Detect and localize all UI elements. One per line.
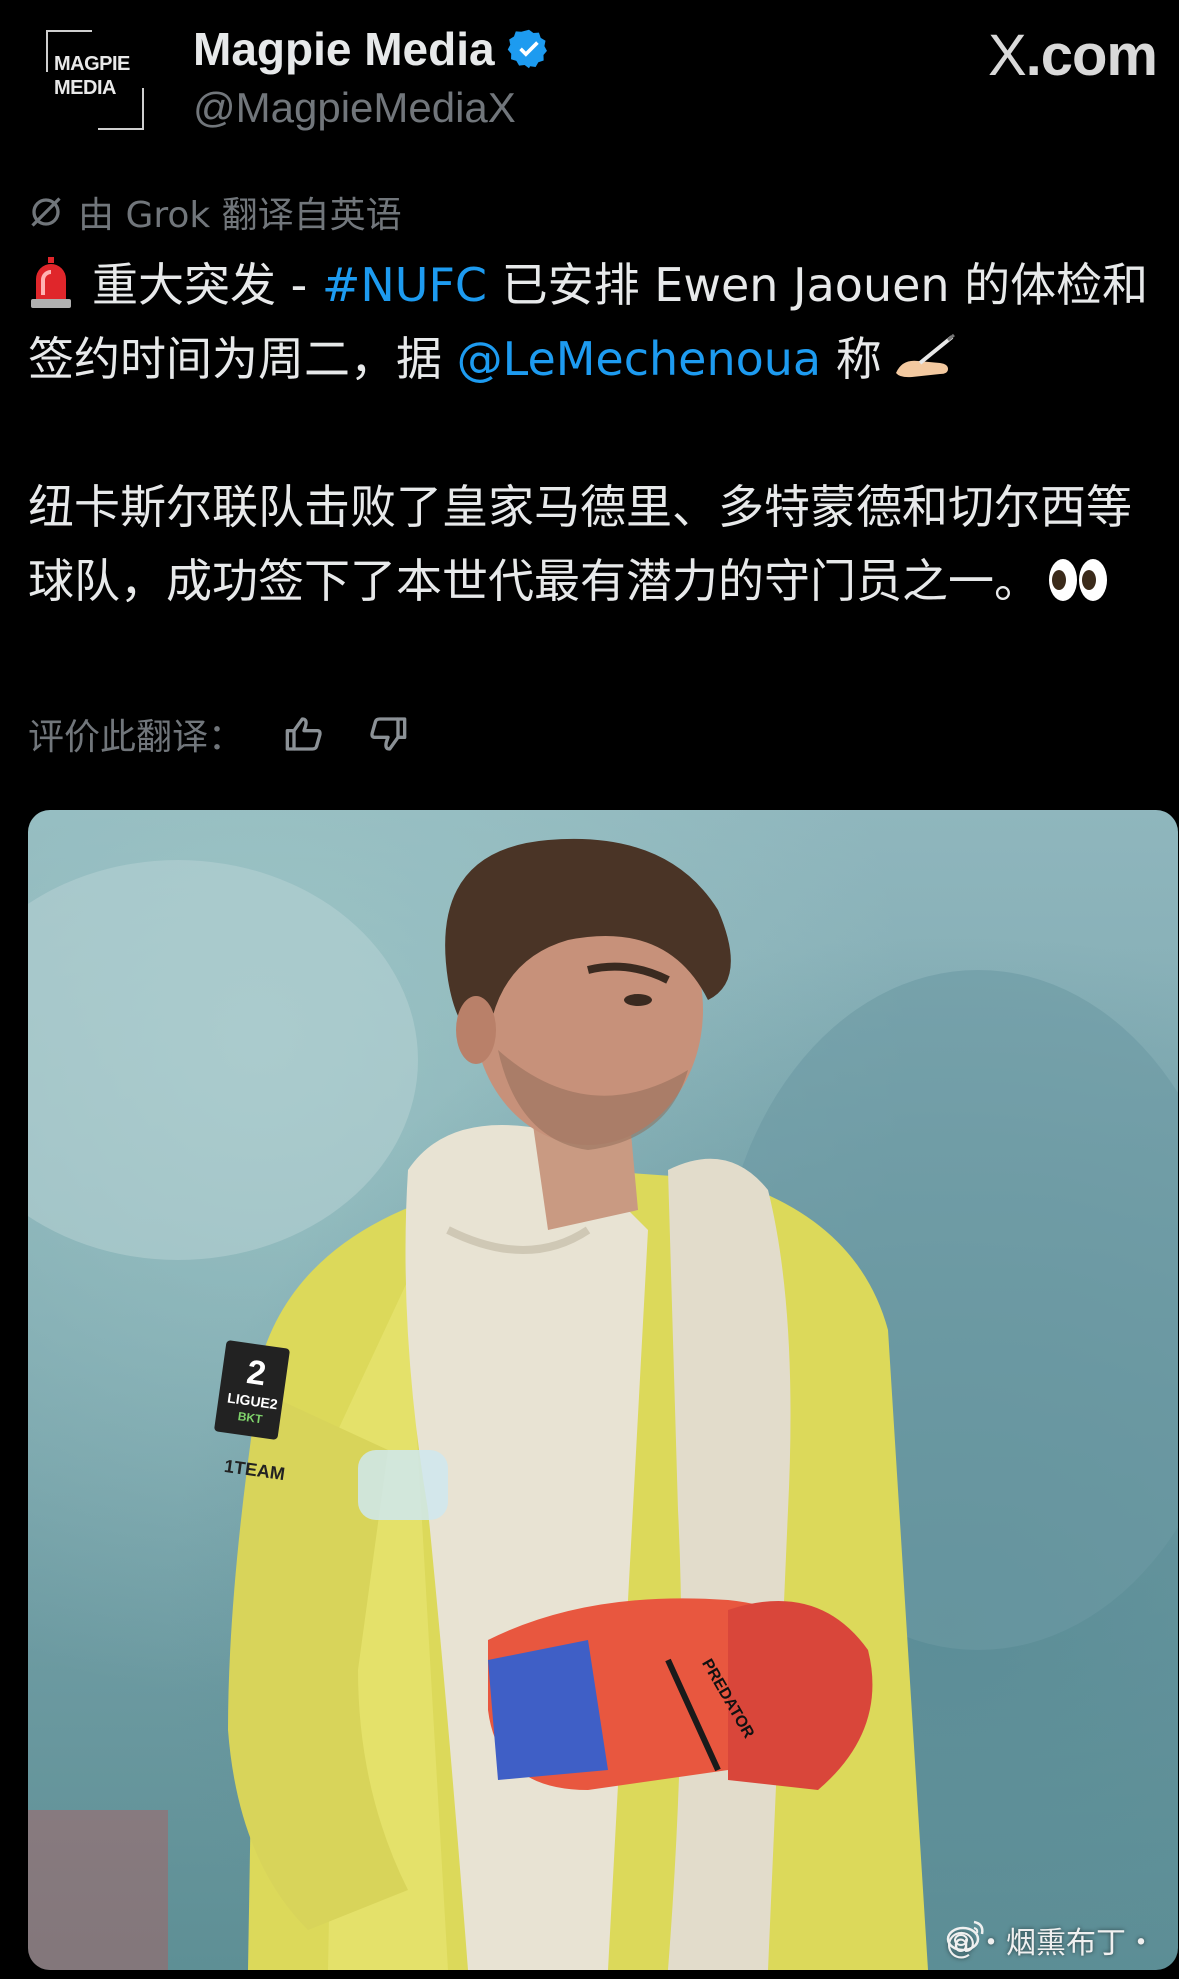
goalkeeper-photo <box>28 838 1178 1970</box>
tweet-paragraph-1: 重大突发 - #NUFC 已安排 Ewen Jaouen 的体检和签约时间为周二… <box>28 248 1168 396</box>
thumbs-up-icon[interactable] <box>280 710 328 758</box>
siren-emoji <box>28 256 74 308</box>
translation-note: 由 Grok 翻译自英语 <box>28 186 402 238</box>
weibo-watermark: @・烟熏布丁・ <box>946 1918 1156 1962</box>
x-brand-logo: X.com <box>987 22 1158 89</box>
hashtag-link[interactable]: #NUFC <box>322 258 487 312</box>
ligue2-badge: 2 LIGUE2 BKT <box>220 1352 289 1428</box>
avatar-logo-line2: MEDIA <box>54 77 116 99</box>
grok-icon <box>31 197 61 227</box>
author-name-text: Magpie Media <box>193 23 495 75</box>
translation-note-text: 由 Grok 翻译自英语 <box>78 195 402 236</box>
mention-link[interactable]: @LeMechenoua <box>457 332 822 386</box>
rate-translation: 评价此翻译： <box>28 708 412 760</box>
tweet-line1-end: 称 <box>821 332 882 386</box>
weibo-icon <box>946 1920 984 1952</box>
ligue2-badge-number: 2 <box>244 1353 269 1394</box>
thumbs-down-icon[interactable] <box>364 710 412 758</box>
verified-badge-icon <box>507 27 551 71</box>
eyes-emoji <box>1046 550 1110 601</box>
writing-hand-emoji <box>892 328 956 378</box>
rate-translation-label: 评价此翻译： <box>28 717 245 758</box>
x-domain-suffix: .com <box>1025 23 1158 88</box>
x-logo-icon: X <box>987 23 1027 88</box>
avatar-logo: MAGPIE MEDIA <box>54 52 138 100</box>
tweet-paragraph-2: 纽卡斯尔联队击败了皇家马德里、多特蒙德和切尔西等球队，成功签下了本世代最有潜力的… <box>28 470 1168 618</box>
avatar-logo-line1: MAGPIE <box>54 53 130 75</box>
tweet-paragraph-2-text: 纽卡斯尔联队击败了皇家马德里、多特蒙德和切尔西等球队，成功签下了本世代最有潜力的… <box>28 480 1132 608</box>
tweet-text: 重大突发 - #NUFC 已安排 Ewen Jaouen 的体检和签约时间为周二… <box>28 248 1168 618</box>
author-handle[interactable]: @MagpieMediaX <box>193 84 516 132</box>
author-avatar[interactable]: MAGPIE MEDIA <box>40 30 150 130</box>
author-name[interactable]: Magpie Media <box>193 22 551 76</box>
tweet-photo[interactable]: 2 LIGUE2 BKT 1TEAM PREDATOR @・烟熏布丁・ <box>28 810 1178 1970</box>
tweet-breaking-prefix: 重大突发 - <box>92 258 322 312</box>
